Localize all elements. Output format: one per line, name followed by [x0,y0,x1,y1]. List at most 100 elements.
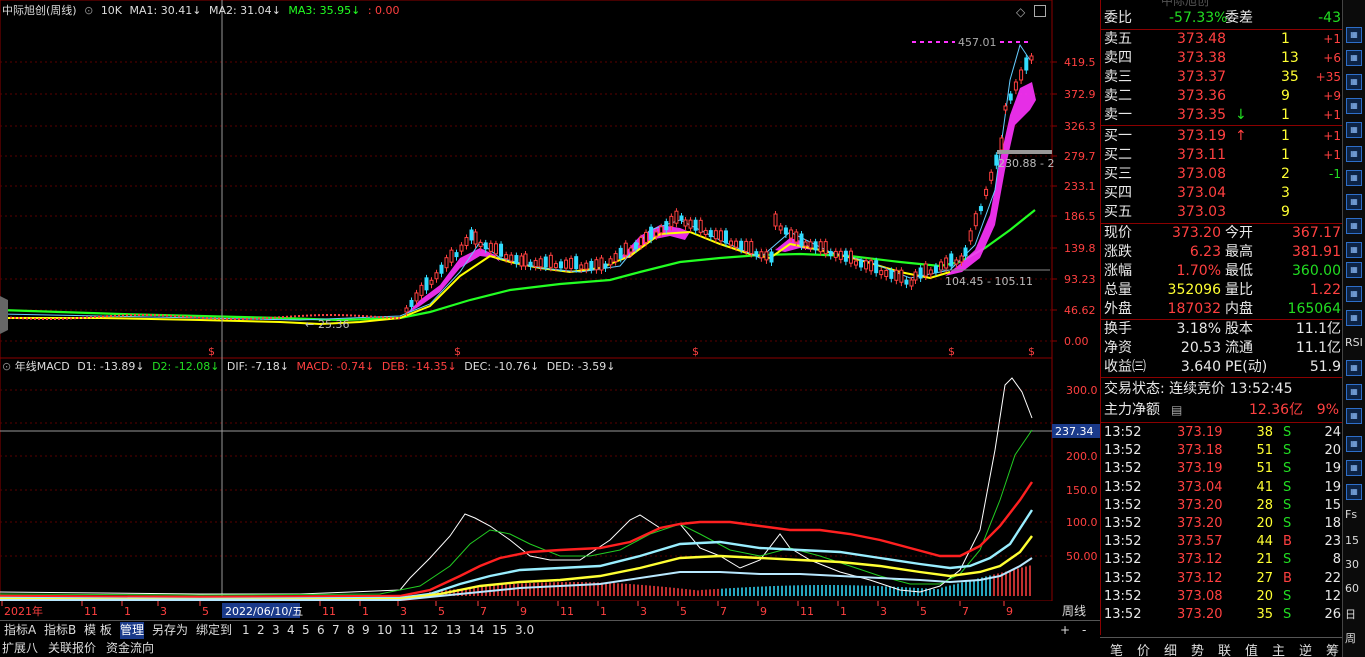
zoom-in-button[interactable]: + [1060,622,1070,639]
quote-panel-tabs: 笔价细势联值主逆筹 [1100,637,1342,657]
indicator-tab[interactable]: 10 [377,622,392,639]
chart-tool-icon[interactable]: ▦ [1346,194,1362,210]
quote-level-row[interactable]: 卖三 373.37 35 +35 [1101,68,1343,87]
indicator-tab[interactable]: 9 [362,622,370,639]
chart-tool-icon[interactable]: ▦ [1346,384,1362,400]
dividend-marker[interactable]: $ [692,345,699,358]
tick-volume: 20 [1256,516,1273,531]
dividend-marker[interactable]: $ [208,345,215,358]
quote-tab[interactable]: 逆 [1299,640,1312,657]
diamond-icon[interactable]: ◇ [1016,5,1025,19]
stock-dropdown-icon[interactable]: ⊙ [84,4,93,17]
period-tool-button[interactable]: 60 [1345,582,1359,595]
indicator-tab[interactable]: 12 [423,622,438,639]
chart-tool-icon[interactable]: ▦ [1346,436,1362,452]
indicator-tab[interactable]: 另存为 [152,622,188,639]
chart-tool-icon[interactable]: ▦ [1346,27,1362,43]
tick-row: 13:52 373.20 35 S 26 [1101,606,1343,624]
list-icon[interactable]: ▤ [1171,401,1182,420]
chart-tool-icon[interactable]: ▦ [1346,286,1362,302]
indicator-tab[interactable]: 指标B [44,622,76,639]
maximize-icon[interactable] [1034,5,1046,17]
period-tool-button[interactable]: RSI [1345,336,1363,349]
indicator-tab[interactable]: 14 [469,622,484,639]
chart-canvas[interactable]: 419.5 372.9 326.3 279.7 233.1 186.5 139.8 93.23… [0,0,1100,620]
quote-tab[interactable]: 值 [1245,640,1258,657]
extension-tab[interactable]: 资金流向 [106,640,154,657]
chart-tool-icon[interactable]: ▦ [1346,122,1362,138]
quote-level-row[interactable]: 买四 373.04 3 [1101,184,1343,203]
indicator-tab[interactable]: 15 [492,622,507,639]
period-label[interactable]: 周线 [1062,604,1086,618]
chart-tool-icon[interactable]: ▦ [1346,310,1362,326]
quote-tab[interactable]: 细 [1164,640,1177,657]
quote-tab[interactable]: 笔 [1110,640,1123,657]
period-tool-button[interactable]: 日 [1345,606,1356,622]
chart-tool-icon[interactable]: ▦ [1346,146,1362,162]
quote-level-row[interactable]: 卖一 373.35 ↓ 1 +1 [1101,106,1343,125]
quote-level-row[interactable]: 卖二 373.36 9 +9 [1101,87,1343,106]
scroll-left-handle[interactable] [0,296,8,334]
macd-settings-icon[interactable]: ⊙ [2,360,11,373]
indicator-tab[interactable]: 绑定到 [196,622,232,639]
quote-level-row[interactable]: 买三 373.08 2 -1 [1101,165,1343,184]
chart-tool-icon[interactable]: ▦ [1346,408,1362,424]
chart-area[interactable]: 419.5 372.9 326.3 279.7 233.1 186.5 139.8 93.23… [0,0,1100,657]
period-tool-button[interactable]: Fs [1345,508,1357,521]
extension-tab[interactable]: 关联报价 [48,640,96,657]
chart-tool-icon[interactable]: ▦ [1346,170,1362,186]
chart-tool-icon[interactable]: ▦ [1346,218,1362,234]
level-price: 373.19 [1177,128,1226,144]
quote-level-row[interactable]: 买一 373.19 ↑ 1 +1 [1101,127,1343,146]
chart-tool-icon[interactable]: ▦ [1346,98,1362,114]
candle-body [723,230,728,244]
period-tool-button[interactable]: 周 [1345,630,1356,646]
indicator-tab[interactable]: 4 [287,622,295,639]
quote-level-row[interactable]: 卖五 373.48 1 +1 [1101,30,1343,49]
quote-level-row[interactable]: 卖四 373.38 13 +6 [1101,49,1343,68]
stock-title[interactable]: 中际旭创(周线) [2,4,77,17]
quote-tab[interactable]: 价 [1137,640,1150,657]
indicator-tab[interactable]: 1 [242,622,250,639]
period-tool-button[interactable]: 15 [1345,534,1359,547]
chart-tool-icon[interactable]: ▦ [1346,484,1362,500]
candle-body [142,314,144,317]
chart-tool-icon[interactable]: ▦ [1346,74,1362,90]
indicator-tab[interactable]: 13 [446,622,461,639]
dividend-marker[interactable]: $ [948,345,955,358]
quote-tab[interactable]: 主 [1272,640,1285,657]
macd-title[interactable]: 年线MACD [15,360,70,373]
indicator-tab[interactable]: 3 [272,622,280,639]
indicator-tab[interactable]: 模 板 [84,622,112,639]
chart-tool-icon[interactable]: ▦ [1346,360,1362,376]
indicator-tab[interactable]: 管理 [120,622,145,639]
dividend-marker[interactable]: $ [1028,345,1035,358]
indicator-tab[interactable]: 11 [400,622,415,639]
indicator-tab[interactable]: 7 [332,622,340,639]
indicator-tab[interactable]: 2 [257,622,265,639]
indicator-tab[interactable]: 指标A [4,622,36,639]
period-tool-button[interactable]: 30 [1345,558,1359,571]
zoom-out-button[interactable]: - [1082,622,1086,639]
chart-tool-icon[interactable]: ▦ [1346,262,1362,278]
quote-tab[interactable]: 势 [1191,640,1204,657]
indicator-tab[interactable]: 8 [347,622,355,639]
chart-tool-icon[interactable]: ▦ [1346,242,1362,258]
main-net-row[interactable]: 主力净额 ▤ 12.36亿 9% [1101,401,1343,420]
stat-value: 360.00 [1292,263,1341,279]
quote-level-row[interactable]: 买五 373.03 9 [1101,203,1343,222]
quote-tab[interactable]: 筹 [1326,640,1339,657]
quote-level-row[interactable]: 买二 373.11 1 +1 [1101,146,1343,165]
chart-tool-icon[interactable]: ▦ [1346,50,1362,66]
extension-tab[interactable]: 扩展八 [2,640,38,657]
candle-body [354,314,356,317]
candle-body [34,317,36,320]
extension-tabs: 扩展八 关联报价 资金流向 [0,640,400,657]
indicator-tab[interactable]: 3.0 [515,622,534,639]
indicator-tab[interactable]: 5 [302,622,310,639]
candle-body [608,258,613,266]
chart-tool-icon[interactable]: ▦ [1346,460,1362,476]
quote-tab[interactable]: 联 [1218,640,1231,657]
dividend-marker[interactable]: $ [454,345,461,358]
indicator-tab[interactable]: 6 [317,622,325,639]
